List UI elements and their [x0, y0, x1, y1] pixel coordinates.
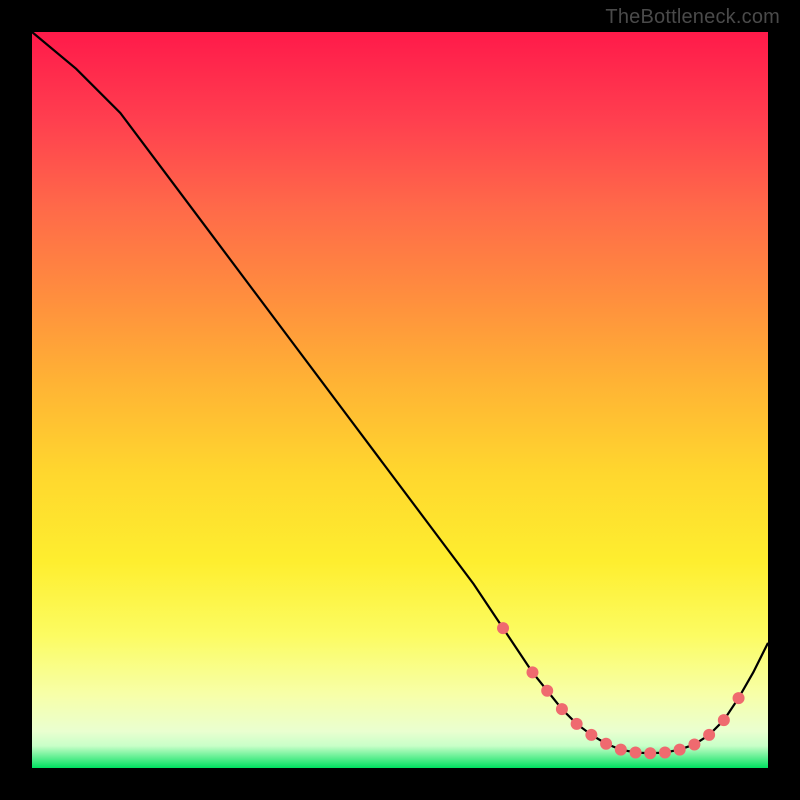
curve-marker: [630, 747, 642, 759]
chart-plot-area: [32, 32, 768, 768]
curve-marker: [541, 685, 553, 697]
curve-marker: [571, 718, 583, 730]
curve-marker: [615, 744, 627, 756]
curve-marker: [733, 692, 745, 704]
curve-marker: [718, 714, 730, 726]
curve-marker: [703, 729, 715, 741]
chart-svg: [32, 32, 768, 768]
curve-marker: [556, 703, 568, 715]
curve-marker: [659, 747, 671, 759]
curve-marker: [526, 666, 538, 678]
chart-stage: TheBottleneck.com: [0, 0, 800, 800]
curve-marker: [688, 738, 700, 750]
curve-marker: [674, 744, 686, 756]
bottleneck-curve: [32, 32, 768, 753]
curve-markers: [497, 622, 745, 759]
curve-marker: [600, 738, 612, 750]
curve-marker: [585, 729, 597, 741]
curve-marker: [497, 622, 509, 634]
curve-marker: [644, 747, 656, 759]
attribution-label: TheBottleneck.com: [605, 6, 780, 29]
